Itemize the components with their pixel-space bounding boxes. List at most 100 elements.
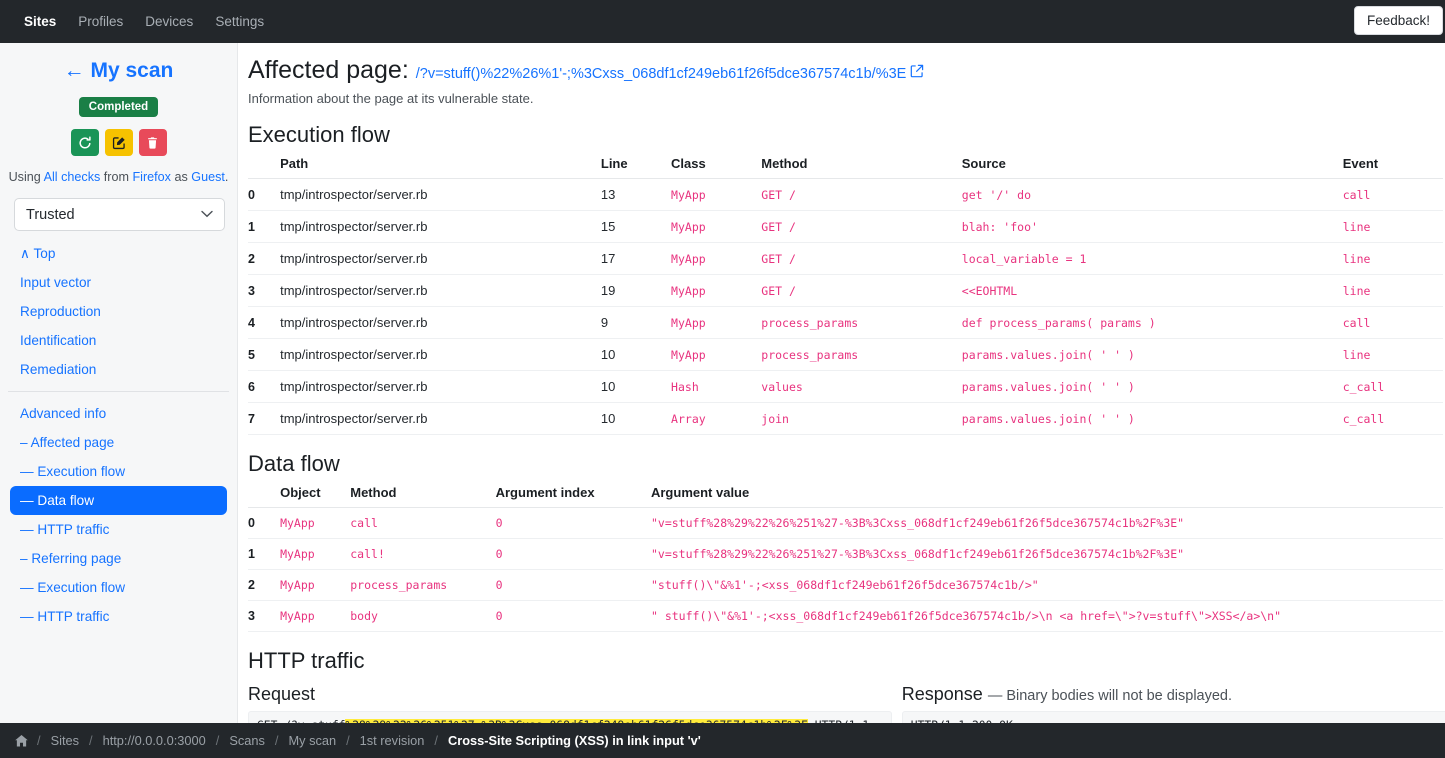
trust-filter-select[interactable]: Trusted (14, 198, 225, 231)
sidebar-item-referring-execution-flow[interactable]: — Execution flow (0, 573, 237, 602)
cell-method: GET / (761, 242, 962, 275)
breadcrumb-separator: / (434, 733, 438, 748)
execution-flow-table: Path Line Class Method Source Event 0 tm… (248, 150, 1443, 435)
sidebar-item-affected-page[interactable]: – Affected page (0, 428, 237, 457)
feedback-button[interactable]: Feedback! (1353, 6, 1443, 35)
delete-button[interactable] (138, 129, 167, 156)
cell-line: 10 (600, 402, 672, 435)
cell-source: local_variable = 1 (961, 242, 1343, 275)
sidebar-item-http-traffic[interactable]: — HTTP traffic (0, 515, 237, 544)
col-line: Line (600, 150, 672, 179)
breadcrumb-separator: / (274, 733, 279, 748)
cell-arg-index: 0 (495, 538, 651, 570)
back-to-scan-link[interactable]: ← My scan (0, 59, 237, 83)
top-navigation-bar: Sites Profiles Devices Settings Feedback… (0, 0, 1445, 43)
nav-item-sites[interactable]: Sites (13, 14, 67, 29)
cell-path: tmp/introspector/server.rb (280, 274, 601, 307)
response-panel: Response — Binary bodies will not be dis… (892, 676, 1445, 723)
table-row: 0 MyApp call 0 "v=stuff%28%29%22%26%251%… (248, 507, 1443, 539)
cell-method: values (761, 370, 962, 403)
cell-class: MyApp (671, 338, 762, 371)
col-event: Event (1342, 150, 1443, 179)
response-heading-label: Response (901, 684, 983, 704)
row-index: 1 (248, 210, 281, 243)
cell-event: call (1342, 178, 1443, 211)
sidebar-item-remediation[interactable]: Remediation (0, 355, 237, 384)
breadcrumb-separator: / (215, 733, 220, 748)
external-link-icon[interactable] (910, 56, 924, 85)
cell-line: 19 (600, 274, 672, 307)
sidebar-item-advanced-info[interactable]: Advanced info (0, 399, 237, 428)
breadcrumb-item-scans[interactable]: Scans (221, 733, 273, 748)
cell-method: call (350, 507, 496, 539)
sidebar-divider (8, 391, 229, 392)
breadcrumb-item-current: Cross-Site Scripting (XSS) in link input… (447, 733, 701, 748)
data-flow-table: Object Method Argument index Argument va… (248, 479, 1443, 632)
refresh-icon (78, 135, 92, 150)
request-code-block[interactable]: GET /?v=stuff%28%29%22%26%251%27-%3B%3Cx… (248, 711, 892, 723)
cell-source: def process_params( params ) (961, 306, 1343, 339)
nav-item-devices[interactable]: Devices (134, 14, 204, 29)
breadcrumb-item-sites[interactable]: Sites (43, 733, 87, 748)
cell-arg-value: " stuff()\"&%1'-;<xss_068df1cf249eb61f26… (650, 600, 1443, 632)
row-index: 6 (248, 370, 281, 403)
cell-arg-index: 0 (495, 507, 651, 539)
cell-source: params.values.join( ' ' ) (961, 338, 1343, 371)
sidebar-item-reproduction[interactable]: Reproduction (0, 297, 237, 326)
sidebar-item-data-flow[interactable]: — Data flow (10, 486, 227, 515)
rescan-button[interactable] (70, 129, 99, 156)
table-row: 0 tmp/introspector/server.rb 13 MyApp GE… (248, 178, 1443, 211)
sidebar-item-identification[interactable]: Identification (0, 326, 237, 355)
affected-page-url-link[interactable]: /?v=stuff()%22%26%1'-;%3Cxss_068df1cf249… (416, 66, 907, 82)
cell-line: 13 (600, 178, 672, 211)
status-badge: Completed (78, 97, 159, 117)
table-row: 6 tmp/introspector/server.rb 10 Hash val… (248, 370, 1443, 403)
scan-actions (0, 129, 237, 156)
trash-icon (146, 136, 159, 150)
using-suffix: . (224, 170, 229, 184)
using-as: as (170, 170, 192, 184)
breadcrumb-item-host[interactable]: http://0.0.0.0:3000 (95, 733, 214, 748)
col-class: Class (671, 150, 762, 179)
row-index: 3 (248, 274, 281, 307)
browser-link[interactable]: Firefox (132, 170, 171, 184)
response-note: — Binary bodies will not be displayed. (987, 688, 1233, 704)
home-icon[interactable] (8, 734, 35, 748)
page-subtitle: Information about the page at its vulner… (248, 91, 534, 106)
nav-item-settings[interactable]: Settings (204, 14, 275, 29)
trust-filter-value: Trusted (26, 206, 75, 223)
sidebar-item-input-vector[interactable]: Input vector (0, 268, 237, 297)
table-row: 3 tmp/introspector/server.rb 19 MyApp GE… (248, 274, 1443, 307)
sidebar-item-execution-flow[interactable]: — Execution flow (0, 457, 237, 486)
response-heading: Response — Binary bodies will not be dis… (902, 684, 1445, 705)
edit-button[interactable] (104, 129, 133, 156)
sidebar-item-referring-http-traffic[interactable]: — HTTP traffic (0, 602, 237, 631)
breadcrumb-item-revision[interactable]: 1st revision (352, 733, 433, 748)
sidebar-item-top[interactable]: ∧ Top (0, 239, 237, 268)
cell-object: MyApp (280, 600, 351, 632)
app-root: Sites Profiles Devices Settings Feedback… (0, 0, 1445, 758)
user-link[interactable]: Guest (191, 170, 225, 184)
row-index: 0 (248, 507, 281, 539)
sidebar-item-referring-page[interactable]: – Referring page (0, 544, 237, 573)
response-code-block[interactable]: HTTP/1.1 200 OK Content-Type: text/html;… (901, 711, 1445, 723)
cell-arg-value: "v=stuff%28%29%22%26%251%27-%3B%3Cxss_06… (650, 507, 1443, 539)
cell-path: tmp/introspector/server.rb (280, 370, 601, 403)
breadcrumb-item-my-scan[interactable]: My scan (280, 733, 344, 748)
sidebar-nav-list: ∧ Top Input vector Reproduction Identifi… (0, 239, 237, 631)
cell-source: params.values.join( ' ' ) (961, 370, 1343, 403)
row-index: 5 (248, 338, 281, 371)
execution-flow-body: 0 tmp/introspector/server.rb 13 MyApp GE… (248, 178, 1443, 435)
col-method: Method (350, 479, 496, 508)
cell-event: c_call (1342, 370, 1443, 403)
table-header-row: Object Method Argument index Argument va… (248, 479, 1443, 508)
cell-method: call! (350, 538, 496, 570)
nav-item-profiles[interactable]: Profiles (67, 14, 134, 29)
cell-event: line (1342, 242, 1443, 275)
breadcrumb: / Sites / http://0.0.0.0:3000 / Scans / … (0, 723, 1445, 758)
page-title: Affected page: /?v=stuff()%22%26%1'-;%3C… (248, 56, 1445, 85)
all-checks-link[interactable]: All checks (44, 170, 101, 184)
cell-method: GET / (761, 178, 962, 211)
col-path: Path (280, 150, 601, 179)
cell-arg-value: "stuff()\"&%1'-;<xss_068df1cf249eb61f26f… (650, 569, 1443, 601)
